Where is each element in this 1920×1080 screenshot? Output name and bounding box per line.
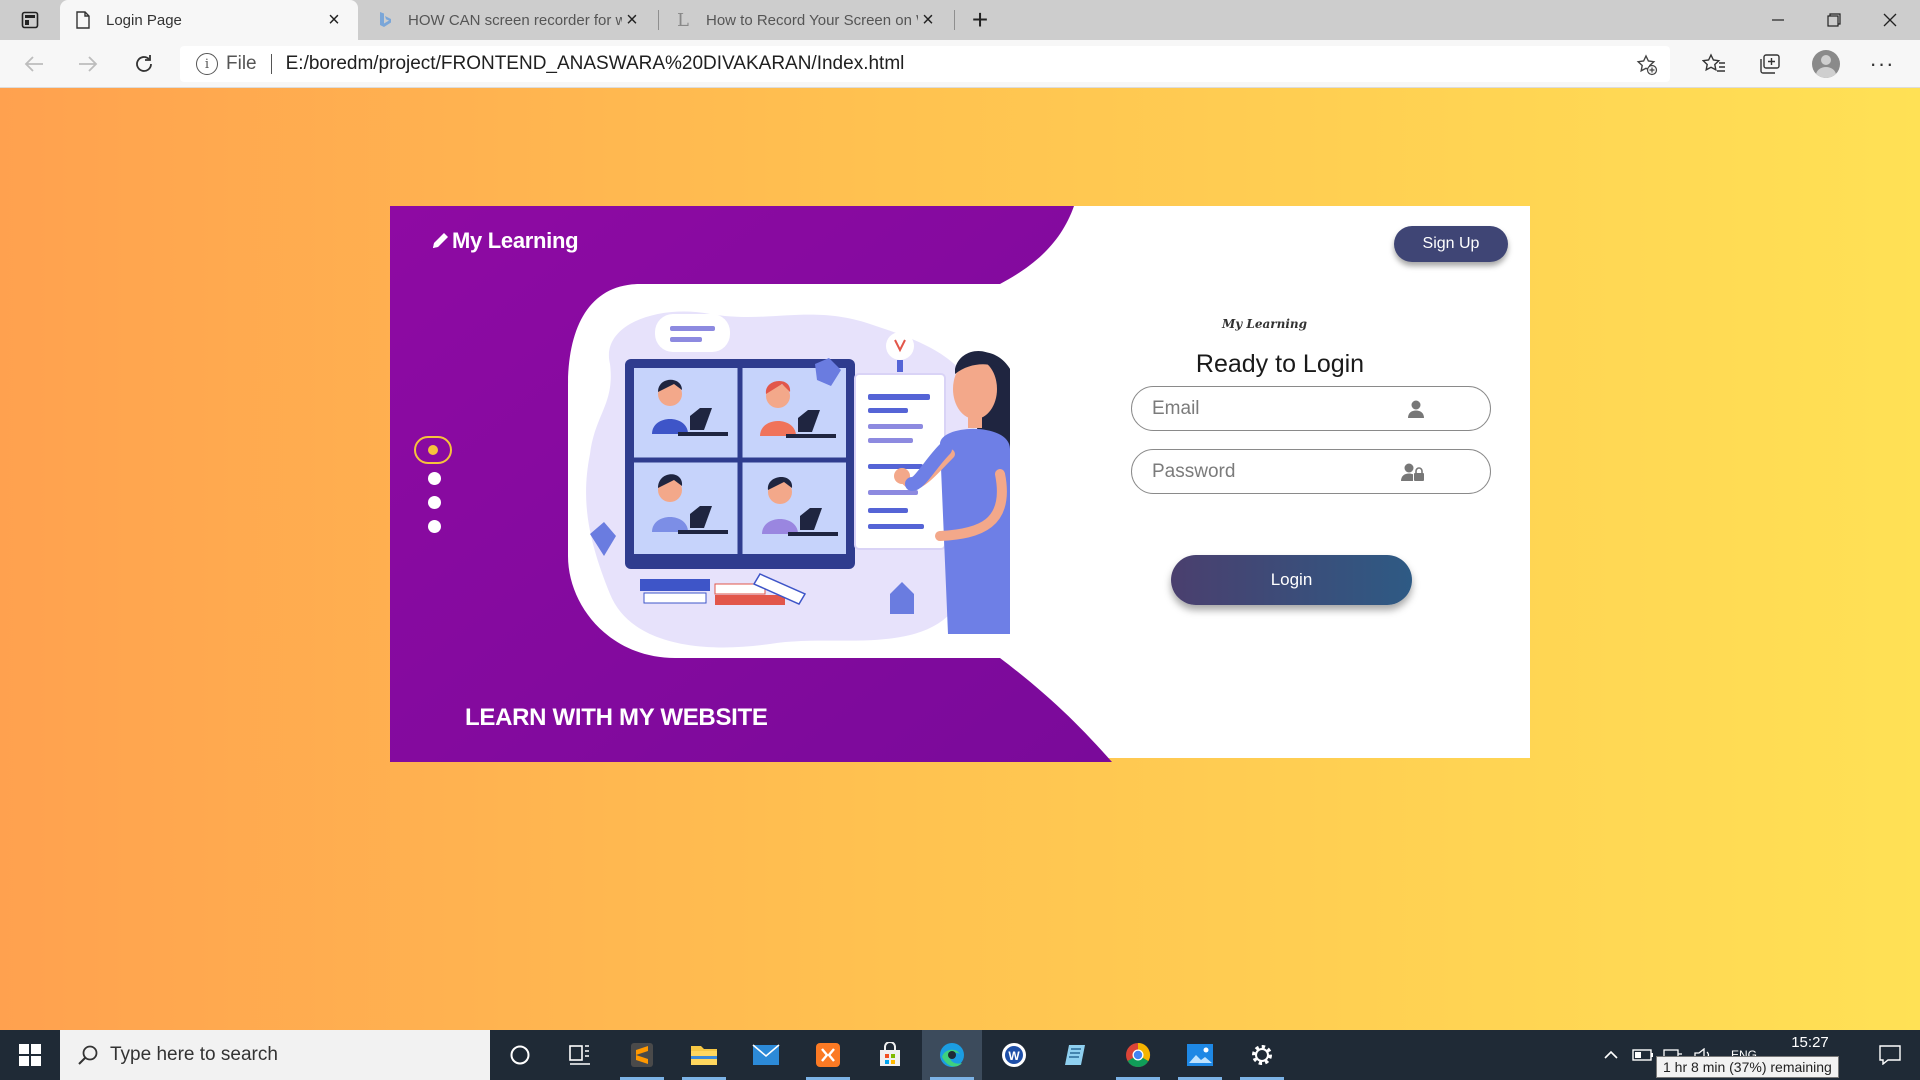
brand-name: My Learning <box>452 228 579 253</box>
tab-screen-recorder[interactable]: HOW CAN screen recorder for w × <box>362 0 656 40</box>
photos-icon[interactable] <box>1170 1030 1230 1080</box>
task-view-icon[interactable] <box>550 1030 610 1080</box>
refresh-icon[interactable] <box>126 48 162 80</box>
windows-start-icon[interactable] <box>0 1030 60 1080</box>
scheme-label: File <box>226 53 257 74</box>
login-button[interactable]: Login <box>1171 555 1412 605</box>
tab-login-page[interactable]: Login Page × <box>60 0 358 40</box>
windows-taskbar: Type here to search W ENG 15:27 <box>0 1030 1920 1080</box>
email-field[interactable] <box>1131 386 1491 431</box>
settings-gear-icon[interactable] <box>1232 1030 1292 1080</box>
form-title: Ready to Login <box>1195 350 1365 378</box>
page-icon <box>74 11 92 29</box>
carousel-dot-active[interactable] <box>414 436 452 464</box>
close-tab-icon[interactable]: × <box>918 9 938 31</box>
tab-actions-icon[interactable] <box>10 6 50 34</box>
carousel-dot[interactable] <box>428 520 441 533</box>
letter-l-icon: L <box>677 9 689 31</box>
tab-label: How to Record Your Screen on W <box>706 11 918 29</box>
search-placeholder: Type here to search <box>110 1044 278 1065</box>
chrome-icon[interactable] <box>1108 1030 1168 1080</box>
sublime-text-icon[interactable] <box>612 1030 672 1080</box>
password-input[interactable] <box>1152 460 1412 483</box>
search-icon <box>78 1045 98 1065</box>
close-window-icon[interactable] <box>1862 0 1918 40</box>
notepad-icon[interactable] <box>1046 1030 1106 1080</box>
tab-label: HOW CAN screen recorder for w <box>408 11 622 29</box>
chevron-up-icon[interactable] <box>1600 1030 1622 1080</box>
store-icon[interactable] <box>860 1030 920 1080</box>
battery-icon[interactable] <box>1630 1030 1656 1080</box>
online-learning-illustration <box>586 311 1010 648</box>
edge-browser-icon[interactable] <box>922 1030 982 1080</box>
login-card: My Learning LEARN WITH MY WEBSITE Sign U… <box>390 206 1530 762</box>
mail-icon[interactable] <box>736 1030 796 1080</box>
clock-time[interactable]: 15:27 <box>1780 1034 1840 1051</box>
file-explorer-icon[interactable] <box>674 1030 734 1080</box>
forward-arrow-icon[interactable] <box>70 48 106 80</box>
tab-separator <box>658 10 659 30</box>
cortana-icon[interactable] <box>490 1030 550 1080</box>
restore-icon[interactable] <box>1806 0 1862 40</box>
add-favorite-icon[interactable] <box>1634 52 1660 78</box>
favorites-icon[interactable] <box>1696 48 1732 80</box>
tab-separator <box>954 10 955 30</box>
close-tab-icon[interactable]: × <box>324 9 344 31</box>
brand-logo[interactable]: My Learning <box>430 228 579 254</box>
mini-logo: My Learning <box>1222 317 1308 331</box>
tagline: LEARN WITH MY WEBSITE <box>465 704 768 731</box>
word-app-icon[interactable]: W <box>984 1030 1044 1080</box>
password-field[interactable] <box>1131 449 1491 494</box>
notification-icon[interactable] <box>1860 1030 1920 1080</box>
sign-up-button[interactable]: Sign Up <box>1394 226 1508 262</box>
address-bar[interactable]: i File E:/boredm/project/FRONTEND_ANASWA… <box>180 46 1670 82</box>
battery-tooltip: 1 hr 8 min (37%) remaining <box>1656 1056 1839 1078</box>
carousel-dot[interactable] <box>428 496 441 509</box>
browser-toolbar: i File E:/boredm/project/FRONTEND_ANASWA… <box>0 40 1920 88</box>
back-arrow-icon[interactable] <box>16 48 52 80</box>
carousel-dot[interactable] <box>428 472 441 485</box>
more-menu-icon[interactable]: ··· <box>1864 48 1900 80</box>
close-tab-icon[interactable]: × <box>622 9 642 31</box>
tab-how-to-record[interactable]: L How to Record Your Screen on W × <box>660 0 952 40</box>
info-icon[interactable]: i <box>196 53 218 75</box>
url-text[interactable]: E:/boredm/project/FRONTEND_ANASWARA%20DI… <box>286 53 905 75</box>
user-lock-icon <box>1401 463 1424 481</box>
browser-tab-strip: Login Page × HOW CAN screen recorder for… <box>0 0 1920 40</box>
email-input[interactable] <box>1152 397 1412 420</box>
address-separator <box>270 54 272 74</box>
profile-icon[interactable] <box>1808 48 1844 80</box>
user-icon <box>1408 400 1424 418</box>
bing-icon <box>376 11 394 29</box>
svg-text:W: W <box>1008 1049 1020 1063</box>
taskbar-search-box[interactable]: Type here to search <box>60 1030 490 1080</box>
page-viewport: My Learning LEARN WITH MY WEBSITE Sign U… <box>0 88 1920 1030</box>
pencil-icon <box>433 233 448 248</box>
tab-label: Login Page <box>106 11 182 29</box>
xampp-icon[interactable] <box>798 1030 858 1080</box>
new-tab-button[interactable]: + <box>964 4 996 36</box>
minimize-icon[interactable] <box>1750 0 1806 40</box>
collections-icon[interactable] <box>1752 48 1788 80</box>
